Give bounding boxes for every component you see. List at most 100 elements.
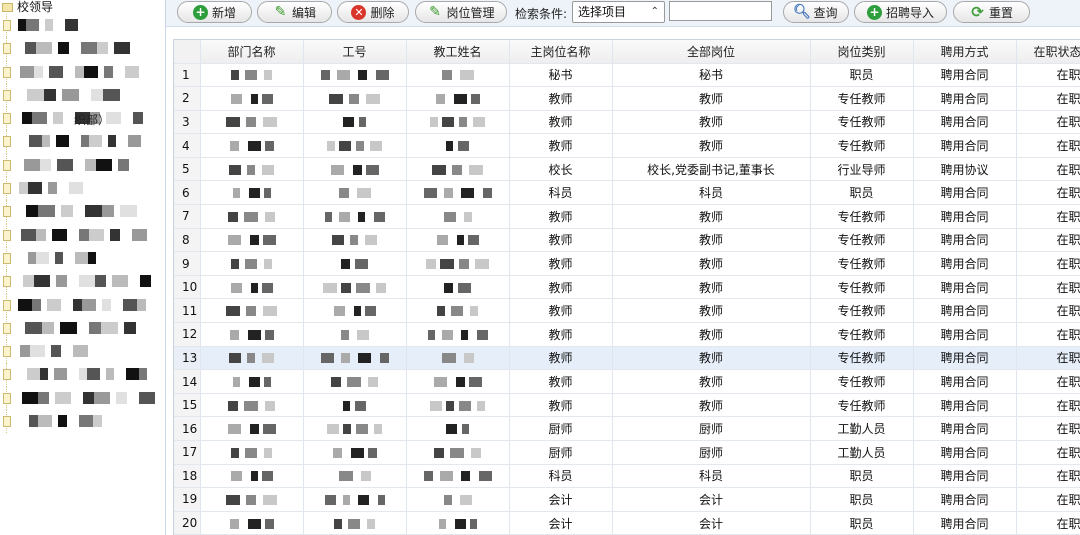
redacted-cell xyxy=(200,275,304,300)
redacted-cell xyxy=(406,180,510,206)
column-header[interactable]: 在职状态 xyxy=(1016,40,1080,64)
redacted-block xyxy=(249,235,259,246)
table-row[interactable]: 11 教师 教师 专任教师 聘用合同 在职 xyxy=(174,298,1080,324)
position-category-cell: 工勤人员 xyxy=(810,416,914,441)
all-positions-cell: 教师 xyxy=(612,251,811,276)
column-header[interactable]: 主岗位名称 xyxy=(509,40,613,64)
tree-item[interactable] xyxy=(0,340,165,364)
row-number: 15 xyxy=(174,393,201,418)
redacted-block xyxy=(34,275,50,288)
table-row[interactable]: 19 会计 会计 职员 聘用合同 在职 xyxy=(174,487,1080,512)
column-header[interactable]: 教工姓名 xyxy=(406,40,510,64)
position-category-cell: 专任教师 xyxy=(810,228,914,253)
tree-item[interactable] xyxy=(0,14,165,38)
table-row[interactable]: 4 教师 教师 专任教师 聘用合同 在职 xyxy=(174,133,1080,158)
redacted-block xyxy=(432,164,446,175)
hire-type-cell: 聘用合同 xyxy=(913,369,1017,394)
table-row[interactable]: 15 教师 教师 专任教师 聘用合同 在职 xyxy=(174,393,1080,418)
redacted-block xyxy=(19,182,28,195)
employment-status-cell: 在职 xyxy=(1016,487,1080,512)
column-header[interactable]: 工号 xyxy=(303,40,407,64)
row-number: 13 xyxy=(174,346,201,371)
tree-item[interactable] xyxy=(0,410,165,434)
tree-item[interactable] xyxy=(0,293,165,317)
table-row[interactable]: 9 教师 教师 专任教师 聘用合同 在职 xyxy=(174,251,1080,276)
table-row[interactable]: 17 厨师 厨师 工勤人员 聘用合同 在职 xyxy=(174,440,1080,465)
tree-root-node[interactable]: 校领导 xyxy=(0,0,165,14)
column-header[interactable]: 岗位类别 xyxy=(810,40,914,64)
tree-item[interactable] xyxy=(0,130,165,154)
search-field-select[interactable]: 选择项目 ⌃ xyxy=(572,1,665,23)
reset-button[interactable]: ⟳ 重置 xyxy=(953,1,1030,23)
delete-button[interactable]: ✕ 删除 xyxy=(337,1,409,23)
query-button[interactable]: 🔍︎ 查询 xyxy=(783,1,849,23)
tree-item[interactable]: 织部） xyxy=(0,107,165,131)
column-header[interactable]: 全部岗位 xyxy=(612,40,811,64)
tree-item[interactable] xyxy=(0,177,165,201)
employment-status-cell: 在职 xyxy=(1016,369,1080,394)
redacted-block xyxy=(470,306,478,317)
recruit-import-button[interactable]: + 招聘导入 xyxy=(854,1,947,23)
tree-item[interactable] xyxy=(0,386,165,411)
redacted-block xyxy=(79,275,95,288)
redacted-cell xyxy=(303,393,407,418)
main-position-cell: 教师 xyxy=(509,110,613,135)
table-row[interactable]: 7 教师 教师 专任教师 聘用合同 在职 xyxy=(174,204,1080,229)
table-row[interactable]: 20 会计 会计 职员 聘用合同 在职 xyxy=(174,511,1080,535)
redacted-block xyxy=(20,345,30,358)
tree-item[interactable] xyxy=(0,316,165,341)
tree-item[interactable] xyxy=(0,60,165,84)
redacted-block xyxy=(430,400,442,411)
position-management-label: 岗位管理 xyxy=(446,5,495,20)
redacted-block xyxy=(426,259,436,270)
column-header[interactable]: 部门名称 xyxy=(200,40,304,64)
redacted-block xyxy=(350,447,364,458)
table-row[interactable]: 18 科员 科员 职员 聘用合同 在职 xyxy=(174,464,1080,489)
table-row[interactable]: 3 教师 教师 专任教师 聘用合同 在职 xyxy=(174,110,1080,135)
redacted-block xyxy=(473,117,485,128)
column-header[interactable]: 聘用方式 xyxy=(913,40,1017,64)
table-row[interactable]: 6 科员 科员 职员 聘用合同 在职 xyxy=(174,180,1080,206)
redacted-block xyxy=(87,368,100,381)
tree-item[interactable] xyxy=(0,83,165,108)
redacted-block xyxy=(356,141,364,152)
tree-item[interactable] xyxy=(0,246,165,271)
table-row[interactable]: 1 秘书 秘书 职员 聘用合同 在职 xyxy=(174,63,1080,88)
search-input[interactable] xyxy=(669,1,772,21)
redacted-block xyxy=(232,188,240,199)
tree-item[interactable] xyxy=(0,270,165,294)
table-row[interactable]: 12 教师 教师 专任教师 聘用合同 在职 xyxy=(174,322,1080,347)
tree-item[interactable] xyxy=(0,363,165,387)
main-position-cell: 教师 xyxy=(509,275,613,300)
tree-item[interactable] xyxy=(0,200,165,224)
table-row[interactable]: 10 教师 教师 专任教师 聘用合同 在职 xyxy=(174,275,1080,300)
redacted-block xyxy=(36,251,49,264)
redacted-block xyxy=(84,65,98,78)
edit-button[interactable]: ✎ 编辑 xyxy=(257,1,332,23)
hire-type-cell: 聘用合同 xyxy=(913,180,1017,206)
redacted-cell xyxy=(303,251,407,276)
redacted-cell xyxy=(200,204,304,229)
redacted-block xyxy=(38,205,55,218)
redacted-block xyxy=(246,117,256,128)
department-tree[interactable]: 校领导 织部） xyxy=(0,0,166,535)
table-row[interactable]: 2 教师 教师 专任教师 聘用合同 在职 xyxy=(174,86,1080,111)
redacted-block xyxy=(340,329,349,340)
tree-item[interactable] xyxy=(0,37,165,61)
hire-type-cell: 聘用合同 xyxy=(913,440,1017,465)
redacted-block xyxy=(38,391,49,404)
tree-item[interactable] xyxy=(0,153,165,178)
redacted-block xyxy=(331,377,341,388)
redacted-block xyxy=(125,65,139,78)
position-management-button[interactable]: ✎ 岗位管理 xyxy=(415,1,507,23)
table-row[interactable]: 5 校长 校长,党委副书记,董事长 行业导师 聘用协议 在职 xyxy=(174,157,1080,182)
tree-item[interactable] xyxy=(0,223,165,247)
redacted-block xyxy=(36,42,52,55)
staff-management-app: 校领导 织部） + 新增 ✎ 编辑 ✕ 删除 ✎ 岗位管理 检索条件: 选择项目… xyxy=(0,0,1080,535)
table-row[interactable]: 13 教师 教师 专任教师 聘用合同 在职 xyxy=(174,346,1080,371)
table-row[interactable]: 14 教师 教师 专任教师 聘用合同 在职 xyxy=(174,369,1080,394)
tree-item-list: 织部） xyxy=(0,14,165,434)
table-row[interactable]: 16 厨师 厨师 工勤人员 聘用合同 在职 xyxy=(174,416,1080,441)
add-button[interactable]: + 新增 xyxy=(177,1,252,23)
table-row[interactable]: 8 教师 教师 专任教师 聘用合同 在职 xyxy=(174,228,1080,253)
